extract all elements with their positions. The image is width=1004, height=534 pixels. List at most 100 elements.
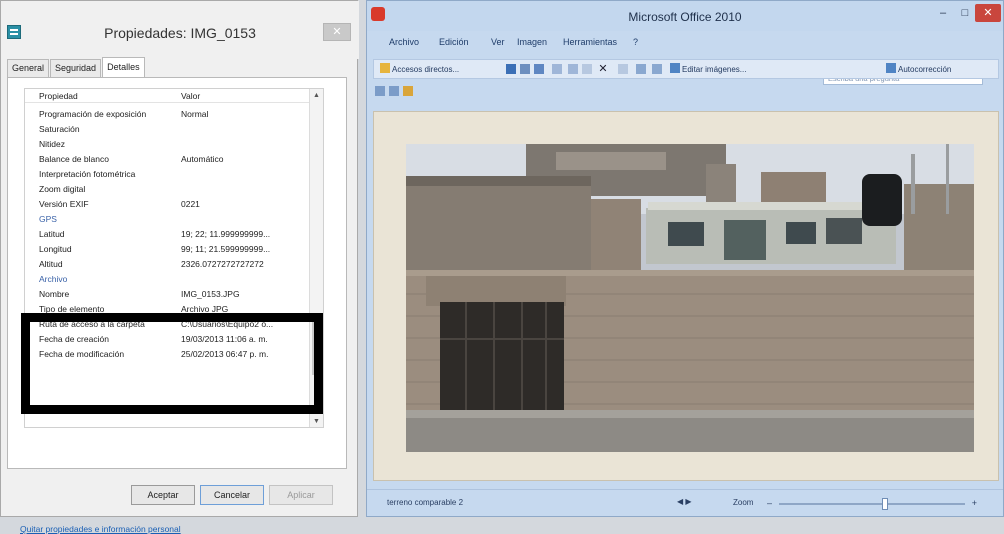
image-nav-arrows[interactable]: ◀ ▶ (677, 497, 692, 506)
property-name: Versión EXIF (39, 199, 89, 209)
property-section-header[interactable]: GPS (25, 212, 323, 226)
autocorrect-button[interactable]: Autocorrección (886, 63, 951, 77)
property-value: 99; 11; 21.599999999... (181, 244, 271, 254)
property-row[interactable]: Versión EXIF 0221 (25, 197, 323, 211)
filmstrip-view-icon[interactable] (389, 86, 399, 96)
property-name: Programación de exposición (39, 109, 147, 119)
column-header-value[interactable]: Valor (181, 89, 200, 103)
menu-archivo[interactable]: Archivo (389, 37, 419, 47)
property-name: Altitud (39, 259, 63, 269)
property-row[interactable]: Ruta de acceso a la carpeta C:\Usuarios\E… (25, 317, 323, 331)
property-row[interactable]: Programación de exposición Normal (25, 107, 323, 121)
viewer-title: Microsoft Office 2010 (628, 10, 742, 24)
remove-properties-link[interactable]: Quitar propiedades e información persona… (20, 524, 181, 534)
menu-herramientas[interactable]: Herramientas (563, 37, 617, 47)
autocorrect-icon (886, 63, 896, 73)
column-header-property[interactable]: Propiedad (39, 89, 78, 103)
email-icon[interactable] (534, 64, 544, 74)
property-row[interactable]: Balance de blanco Automático (25, 152, 323, 166)
property-row[interactable]: Longitud 99; 11; 21.599999999... (25, 242, 323, 256)
property-name: GPS (39, 214, 57, 224)
menu-bar: Archivo Edición Ver Imagen Herramientas … (367, 35, 1003, 85)
zoom-knob[interactable] (882, 498, 888, 510)
property-name: Latitud (39, 229, 65, 239)
menu-imagen[interactable]: Imagen (517, 37, 547, 47)
scroll-down-icon[interactable]: ▼ (310, 415, 323, 427)
properties-dialog: Propiedades: IMG_0153 ✕ General Segurida… (0, 0, 359, 534)
property-row[interactable]: Nombre IMG_0153.JPG (25, 287, 323, 301)
main-toolbar: Accesos directos... ✕ Editar imágenes...… (373, 59, 999, 79)
property-value: Normal (181, 109, 209, 119)
property-value: 2326.0727272727272 (181, 259, 264, 269)
property-name: Archivo (39, 274, 68, 284)
rotate-right-icon[interactable] (652, 64, 662, 74)
single-view-icon[interactable] (403, 86, 413, 96)
maximize-icon[interactable]: □ (955, 4, 975, 22)
thumbnail-view-icon[interactable] (375, 86, 385, 96)
property-row[interactable]: Fecha de modificación 25/02/2013 06:47 p.… (25, 347, 323, 361)
autocorrect-label: Autocorrección (898, 65, 952, 74)
property-name: Balance de blanco (39, 154, 109, 164)
property-row[interactable]: Fecha de creación 19/03/2013 11:06 a. m. (25, 332, 323, 346)
zoom-track-line[interactable] (779, 503, 965, 505)
property-value: 19; 22; 11.999999999... (181, 229, 271, 239)
undo-icon[interactable] (618, 64, 628, 74)
property-row[interactable]: Nitidez (25, 137, 323, 151)
tab-general[interactable]: General (7, 59, 50, 77)
zoom-slider[interactable]: – + (767, 498, 977, 510)
details-panel: Propiedad Valor ▲ ▼ Programación de expo… (7, 77, 347, 534)
minimize-icon[interactable]: – (933, 4, 953, 22)
property-row[interactable]: Saturación (25, 122, 323, 136)
print-icon[interactable] (520, 64, 530, 74)
menu-edicion[interactable]: Edición (439, 37, 469, 47)
paste-icon[interactable] (582, 64, 592, 74)
property-row[interactable]: Zoom digital (25, 182, 323, 196)
property-row[interactable]: Interpretación fotométrica (25, 167, 323, 181)
property-name: Nombre (39, 289, 70, 299)
copy-icon[interactable] (568, 64, 578, 74)
property-row[interactable]: Latitud 19; 22; 11.999999999... (25, 227, 323, 241)
apply-button[interactable]: Aplicar (269, 485, 333, 505)
property-name: Interpretación fotométrica (39, 169, 136, 179)
property-list[interactable]: Propiedad Valor ▲ ▼ Programación de expo… (24, 88, 324, 428)
property-value: C:\Usuarios\Equipo2 o... (181, 319, 274, 329)
save-icon[interactable] (506, 64, 516, 74)
delete-icon[interactable]: ✕ (598, 64, 608, 75)
property-value: Automático (181, 154, 224, 164)
cut-icon[interactable] (552, 64, 562, 74)
shortcuts-button[interactable]: Accesos directos... (380, 63, 459, 77)
street-photo-image (406, 144, 974, 452)
shortcuts-icon (380, 63, 390, 73)
property-name: Fecha de creación (39, 334, 109, 344)
close-icon[interactable]: ✕ (975, 4, 1001, 22)
menu-ver[interactable]: Ver (491, 37, 505, 47)
menu-help[interactable]: ? (633, 37, 638, 47)
zoom-plus-icon[interactable]: + (972, 498, 977, 508)
tab-detalles[interactable]: Detalles (102, 57, 145, 77)
zoom-minus-icon[interactable]: – (767, 498, 772, 508)
property-value: Archivo JPG (181, 304, 229, 314)
property-value: 19/03/2013 11:06 a. m. (181, 334, 268, 344)
tab-seguridad[interactable]: Seguridad (50, 59, 102, 77)
property-name: Nitidez (39, 139, 65, 149)
edit-images-button[interactable]: Editar imágenes... (670, 63, 746, 77)
scroll-up-icon[interactable]: ▲ (310, 89, 323, 103)
status-bar: terreno comparable 2 ◀ ▶ Zoom – + (367, 489, 1003, 516)
property-section-header[interactable]: Archivo (25, 272, 323, 286)
street-photo (406, 144, 974, 452)
zoom-label: Zoom (733, 498, 754, 507)
dialog-titlebar: Propiedades: IMG_0153 ✕ (1, 1, 359, 59)
picture-viewer-window: Microsoft Office 2010 – □ ✕ Archivo Edic… (366, 0, 1004, 517)
shortcuts-label: Accesos directos... (392, 65, 460, 74)
close-button[interactable]: ✕ (323, 23, 351, 41)
property-name: Zoom digital (39, 184, 86, 194)
accept-button[interactable]: Aceptar (131, 485, 195, 505)
edit-images-icon (670, 63, 680, 73)
image-canvas (373, 111, 999, 481)
cancel-button[interactable]: Cancelar (200, 485, 264, 505)
property-row[interactable]: Altitud 2326.0727272727272 (25, 257, 323, 271)
viewer-titlebar: Microsoft Office 2010 – □ ✕ (367, 1, 1003, 31)
property-name: Ruta de acceso a la carpeta (39, 319, 145, 329)
property-row[interactable]: Tipo de elemento Archivo JPG (25, 302, 323, 316)
rotate-left-icon[interactable] (636, 64, 646, 74)
